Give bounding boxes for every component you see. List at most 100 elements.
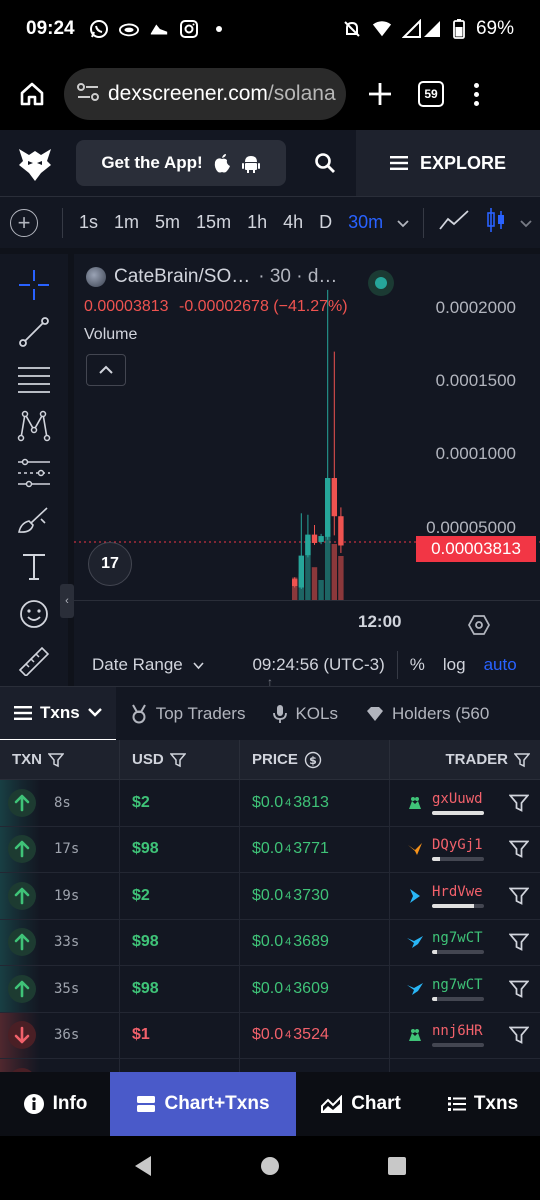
chevron-down-icon[interactable]	[397, 212, 409, 233]
collapse-toolbar-button[interactable]: ‹	[60, 584, 74, 618]
trader-address[interactable]: gxUuwd	[432, 791, 486, 807]
search-button[interactable]	[310, 148, 340, 178]
dexscreener-logo[interactable]	[0, 130, 70, 196]
price-prefix: $0.0	[252, 979, 284, 997]
site-settings-icon[interactable]	[76, 81, 100, 108]
tab-holders[interactable]: Holders (560	[352, 687, 503, 740]
get-the-app-button[interactable]: Get the App!	[76, 140, 286, 186]
candles-chart-type-icon[interactable]	[486, 207, 506, 238]
get-app-label: Get the App!	[101, 153, 203, 172]
home-button[interactable]	[14, 76, 50, 112]
timeframe-1s[interactable]: 1s	[79, 212, 98, 233]
txn-cell: 17s	[0, 826, 120, 873]
nav-info[interactable]: Info	[0, 1072, 110, 1136]
timeframe-15m[interactable]: 15m	[196, 212, 231, 233]
txn-cell: 36s	[0, 1012, 120, 1059]
text-tool[interactable]	[14, 550, 54, 584]
column-price-label: PRICE	[252, 751, 298, 768]
projection-tool[interactable]	[14, 456, 54, 490]
table-row[interactable]: 36s $1 $0.0 4 3524 nnj6HR	[0, 1012, 540, 1059]
tab-top-traders[interactable]: Top Traders	[116, 687, 260, 740]
pattern-tool[interactable]	[14, 409, 54, 443]
filter-trader-button[interactable]	[508, 838, 530, 860]
trader-address[interactable]: ng7wCT	[432, 930, 486, 946]
trader-address[interactable]: nnj6HR	[432, 1023, 486, 1039]
chart-settings-button[interactable]	[467, 614, 491, 636]
buy-arrow-icon	[8, 928, 36, 957]
price-zero-count: 4	[285, 843, 292, 856]
explore-button[interactable]: EXPLORE	[356, 130, 540, 196]
price-chart[interactable]: CateBrain/SO… · 30 · d… 0.00003813 -0.00…	[74, 254, 540, 686]
filter-trader-button[interactable]	[508, 792, 530, 814]
tradingview-logo[interactable]: 17	[88, 542, 132, 586]
pair-name[interactable]: CateBrain/SO…	[114, 266, 250, 288]
table-row[interactable]	[0, 1058, 540, 1073]
timeframe-1m[interactable]: 1m	[114, 212, 139, 233]
add-indicator-button[interactable]: +	[10, 208, 38, 237]
column-price[interactable]: PRICE $	[240, 740, 390, 780]
column-txn[interactable]: TXN	[0, 740, 120, 780]
filter-trader-button[interactable]	[508, 931, 530, 953]
table-row[interactable]: 35s $98 $0.0 4 3609 ng7wCT	[0, 965, 540, 1013]
table-row[interactable]: 19s $2 $0.0 4 3730 HrdVwe	[0, 872, 540, 920]
log-scale-toggle[interactable]: log	[443, 655, 466, 675]
filter-trader-button[interactable]	[508, 885, 530, 907]
column-trader[interactable]: TRADER	[390, 740, 540, 780]
medal-icon	[131, 704, 146, 723]
emoji-tool[interactable]	[14, 597, 54, 631]
txn-cell: 33s	[0, 919, 120, 966]
line-chart-type-icon[interactable]	[438, 209, 470, 236]
crosshair-tool[interactable]	[14, 268, 54, 302]
nav-txns[interactable]: Txns	[426, 1072, 540, 1136]
recents-button[interactable]	[387, 1156, 407, 1181]
home-nav-button[interactable]	[260, 1156, 280, 1181]
back-button[interactable]	[133, 1155, 153, 1182]
nav-chart-txns[interactable]: Chart+Txns	[110, 1072, 296, 1136]
new-tab-button[interactable]	[364, 78, 396, 110]
trader-cell[interactable]: ng7wCT	[390, 919, 540, 966]
browser-menu-button[interactable]	[470, 82, 482, 106]
timeframe-d[interactable]: D	[319, 212, 332, 233]
timeframe-1h[interactable]: 1h	[247, 212, 267, 233]
percent-scale-toggle[interactable]: %	[410, 655, 425, 675]
table-row[interactable]: 33s $98 $0.0 4 3689 ng7wCT	[0, 919, 540, 966]
smiley-icon	[20, 600, 48, 628]
price-zero-count: 4	[285, 1029, 292, 1042]
trader-address[interactable]: DQyGj1	[432, 837, 486, 853]
trader-address[interactable]: ng7wCT	[432, 977, 486, 993]
table-row[interactable]: 8s $2 $0.0 4 3813 gxUuwd	[0, 779, 540, 827]
trader-cell[interactable]	[390, 1059, 540, 1073]
tab-kols[interactable]: KOLs	[259, 687, 352, 740]
chevron-down-icon[interactable]	[520, 212, 532, 233]
trader-cell[interactable]: gxUuwd	[390, 780, 540, 827]
trader-cell[interactable]: DQyGj1	[390, 826, 540, 873]
trader-cell[interactable]: nnj6HR	[390, 1012, 540, 1059]
android-icon	[241, 156, 260, 173]
nav-chart[interactable]: Chart	[296, 1072, 426, 1136]
trader-cell[interactable]: HrdVwe	[390, 873, 540, 920]
candle-body	[331, 478, 337, 517]
ruler-tool[interactable]	[14, 644, 54, 678]
filter-trader-button[interactable]	[508, 1024, 530, 1046]
trader-address[interactable]: HrdVwe	[432, 884, 486, 900]
table-row[interactable]: 17s $98 $0.0 4 3771 DQyGj1	[0, 826, 540, 873]
date-range-button[interactable]: Date Range	[92, 655, 205, 675]
timeframe-4h[interactable]: 4h	[283, 212, 303, 233]
brush-tool[interactable]	[14, 503, 54, 537]
price-prefix: $0.0	[252, 886, 284, 904]
clock-timezone[interactable]: 09:24:56 (UTC-3)	[252, 655, 384, 675]
tab-holders-label: Holders (560	[391, 703, 490, 723]
address-bar[interactable]: dexscreener.com/solana	[64, 68, 346, 120]
trendline-tool[interactable]	[14, 315, 54, 349]
trader-cell[interactable]: ng7wCT	[390, 966, 540, 1013]
timeframe-5m[interactable]: 5m	[155, 212, 180, 233]
tab-txns[interactable]: Txns	[0, 687, 116, 740]
wallet-tag-icon	[406, 840, 424, 858]
timeframe-30m[interactable]: 30m	[348, 212, 383, 233]
horizontal-lines-tool[interactable]	[14, 362, 54, 396]
column-usd[interactable]: USD	[120, 740, 240, 780]
filter-trader-button[interactable]	[508, 978, 530, 1000]
tab-switcher-button[interactable]: 59	[418, 81, 444, 107]
auto-scale-toggle[interactable]: auto	[484, 655, 517, 675]
collapse-legend-button[interactable]	[86, 354, 126, 386]
